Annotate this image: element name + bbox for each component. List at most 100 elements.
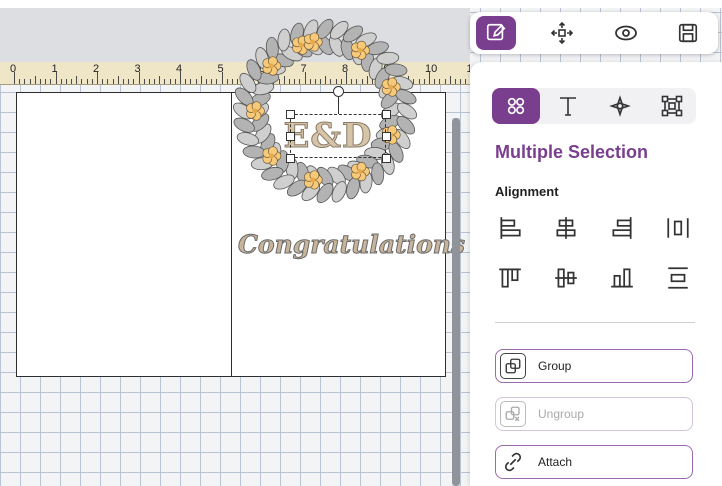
ruler-tick xyxy=(81,79,83,84)
align-center-horizontal-icon xyxy=(556,217,576,239)
save-button[interactable] xyxy=(668,16,708,50)
ruler-number: 5 xyxy=(217,63,224,75)
distribute-horizontal-button[interactable] xyxy=(660,210,696,246)
congratulations-text[interactable]: Congratulations xyxy=(238,230,466,260)
top-toolbar xyxy=(470,12,718,54)
tab-selection[interactable] xyxy=(492,88,540,124)
ruler-tick xyxy=(91,79,93,84)
rotate-handle[interactable] xyxy=(333,86,344,97)
distribute-horizontal-icon xyxy=(667,218,689,238)
ruler-tick xyxy=(169,79,171,84)
ruler-number: 1 xyxy=(51,63,58,75)
resize-handle-left[interactable] xyxy=(286,132,295,141)
group-button[interactable]: Group xyxy=(495,349,693,383)
align-top-button[interactable] xyxy=(492,260,528,296)
ruler-tick xyxy=(86,79,88,84)
ruler-tick xyxy=(117,76,119,84)
ruler-tick xyxy=(39,79,41,84)
ruler-tick xyxy=(190,79,192,84)
tab-effects[interactable] xyxy=(596,88,644,124)
ruler-tick xyxy=(185,79,187,84)
selection-bounding-box[interactable] xyxy=(290,114,386,158)
ruler-tick xyxy=(454,79,456,84)
resize-handle-right[interactable] xyxy=(382,132,391,141)
resize-handle-top-left[interactable] xyxy=(286,110,295,119)
resize-handle-top-right[interactable] xyxy=(382,110,391,119)
ruler-tick xyxy=(122,79,124,84)
ruler-tick xyxy=(29,79,31,84)
resize-handle-bottom-right[interactable] xyxy=(382,154,391,163)
ruler-tick xyxy=(45,79,47,84)
ruler-tick xyxy=(154,79,156,84)
ruler-tick xyxy=(76,76,78,84)
floral-wreath-image[interactable] xyxy=(228,12,423,210)
align-left-icon xyxy=(500,217,521,239)
ruler-tick xyxy=(71,79,73,84)
panel-divider xyxy=(495,322,695,323)
ruler-number: 2 xyxy=(93,63,100,75)
ungroup-label: Ungroup xyxy=(538,407,585,421)
move-arrows-icon xyxy=(550,21,574,45)
attach-label: Attach xyxy=(538,455,573,469)
resize-handle-bottom-left[interactable] xyxy=(286,154,295,163)
group-label: Group xyxy=(538,359,572,373)
ruler-tick xyxy=(24,79,26,84)
ruler-tick xyxy=(65,79,67,84)
ruler-tick xyxy=(19,79,21,84)
text-icon xyxy=(560,97,576,116)
align-center-vertical-icon xyxy=(555,268,577,288)
group-icon xyxy=(500,353,526,379)
ruler-tick xyxy=(159,76,161,84)
align-right-button[interactable] xyxy=(604,210,640,246)
bounding-box-icon xyxy=(661,95,683,117)
ruler-tick xyxy=(107,79,109,84)
ruler-tick xyxy=(143,79,145,84)
ruler-tick xyxy=(112,79,114,84)
ungroup-button[interactable]: Ungroup xyxy=(495,397,693,431)
ruler-tick xyxy=(133,79,135,84)
ruler-number: 0 xyxy=(10,63,17,75)
ruler-tick xyxy=(460,79,462,84)
ruler-tick xyxy=(102,79,104,84)
ruler-tick xyxy=(465,79,467,84)
vertical-scrollbar-thumb[interactable] xyxy=(452,118,460,486)
ruler-tick xyxy=(211,79,213,84)
properties-panel: Multiple Selection Alignment Group Ungro… xyxy=(470,62,722,486)
tab-text[interactable] xyxy=(544,88,592,124)
ruler-tick xyxy=(434,79,436,84)
align-right-icon xyxy=(612,217,632,239)
ruler-tick xyxy=(449,76,451,84)
ruler-number: 10 xyxy=(425,63,438,75)
rotate-stem xyxy=(338,96,339,114)
ruler-tick xyxy=(148,79,150,84)
multi-select-icon xyxy=(507,97,525,115)
sparkle-icon xyxy=(609,95,631,117)
ruler-tick xyxy=(216,79,218,84)
ruler-tick xyxy=(128,79,130,84)
align-bottom-icon xyxy=(611,268,633,288)
ruler-tick xyxy=(174,79,176,84)
save-icon xyxy=(678,23,698,43)
align-bottom-button[interactable] xyxy=(604,260,640,296)
ruler-number: 3 xyxy=(134,63,141,75)
ruler-tick xyxy=(34,76,36,84)
ruler-tick xyxy=(423,79,425,84)
alignment-label: Alignment xyxy=(495,184,559,199)
ruler-tick xyxy=(164,79,166,84)
move-mode-button[interactable] xyxy=(542,16,582,50)
distribute-vertical-button[interactable] xyxy=(660,260,696,296)
preview-button[interactable] xyxy=(606,16,646,50)
edit-mode-button[interactable] xyxy=(476,16,516,50)
ruler-tick xyxy=(444,79,446,84)
ungroup-icon xyxy=(500,401,526,427)
tab-transform[interactable] xyxy=(648,88,696,124)
panel-tabs xyxy=(492,88,696,124)
attach-button[interactable]: Attach xyxy=(495,445,693,479)
ruler-tick xyxy=(205,79,207,84)
align-center-horizontal-button[interactable] xyxy=(548,210,584,246)
panel-title: Multiple Selection xyxy=(495,142,649,162)
ruler-tick xyxy=(50,79,52,84)
ruler-tick xyxy=(200,76,202,84)
align-center-vertical-button[interactable] xyxy=(548,260,584,296)
align-left-button[interactable] xyxy=(492,210,528,246)
